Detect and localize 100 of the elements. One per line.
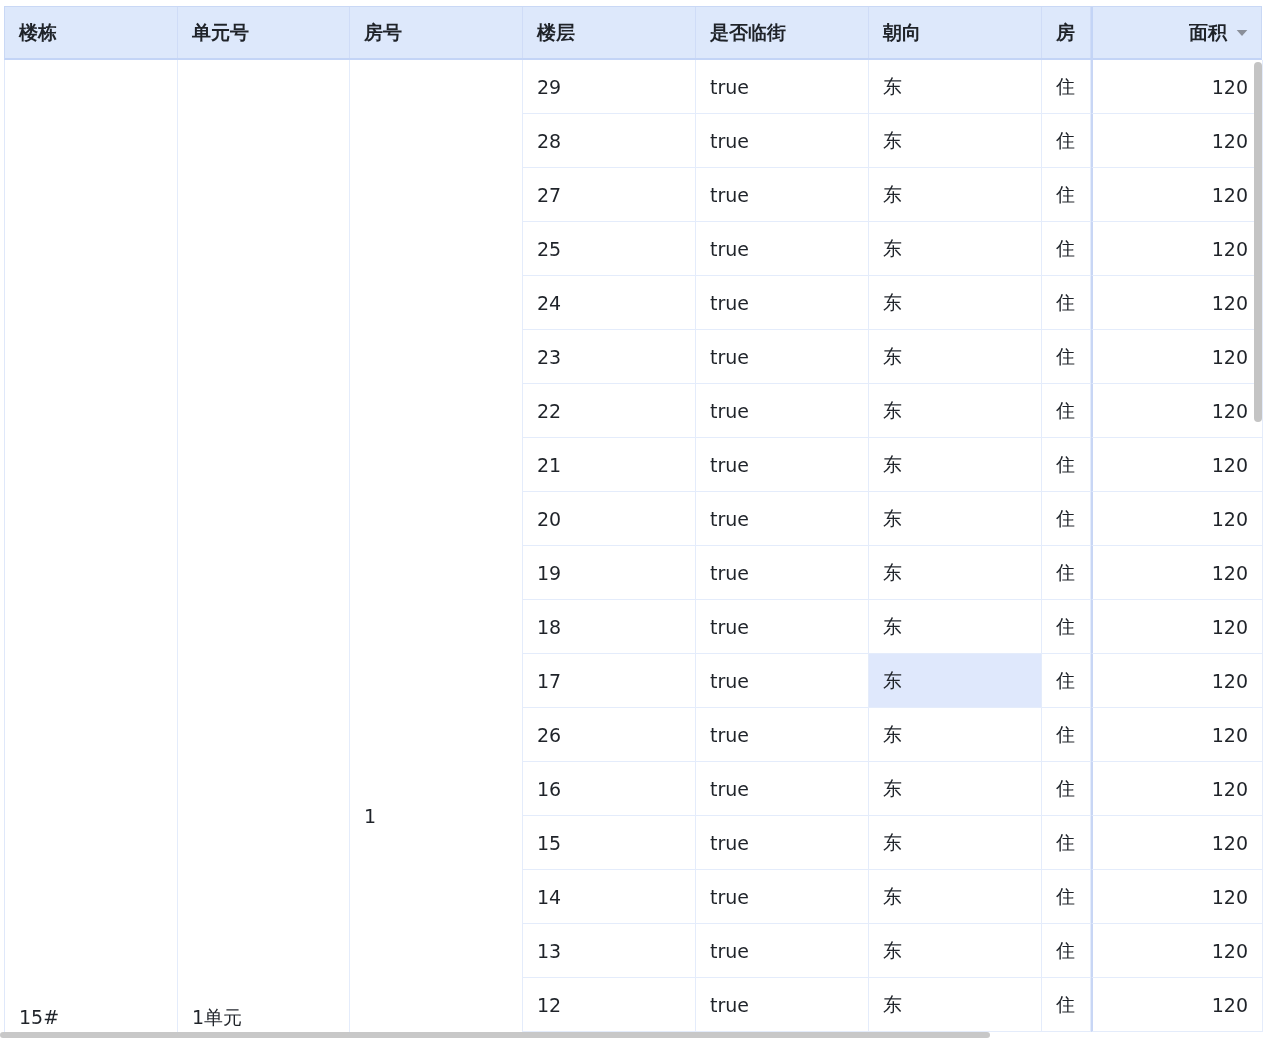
table-cell: true xyxy=(696,654,869,708)
table-cell: 住 xyxy=(1042,330,1091,384)
table-cell: true xyxy=(696,978,869,1032)
table-cell: true xyxy=(696,816,869,870)
table-cell: 14 xyxy=(523,870,696,924)
table-cell: 住 xyxy=(1042,114,1091,168)
table-cell: 120 xyxy=(1091,276,1263,330)
table-cell: 120 xyxy=(1091,330,1263,384)
horizontal-scrollbar[interactable] xyxy=(0,1032,990,1038)
table-cell: 东 xyxy=(869,438,1042,492)
table-cell: 24 xyxy=(523,276,696,330)
table-cell: 120 xyxy=(1091,762,1263,816)
table-cell: 住 xyxy=(1042,816,1091,870)
table-cell: 东 xyxy=(869,924,1042,978)
table-cell: 住 xyxy=(1042,384,1091,438)
table-cell: 120 xyxy=(1091,114,1263,168)
table-cell: 26 xyxy=(523,708,696,762)
table-cell: 住 xyxy=(1042,978,1091,1032)
table-cell: 住 xyxy=(1042,168,1091,222)
table-cell: 住 xyxy=(1042,546,1091,600)
table-cell: 120 xyxy=(1091,600,1263,654)
table-cell: 住 xyxy=(1042,438,1091,492)
table-cell: 住 xyxy=(1042,276,1091,330)
table-cell: true xyxy=(696,330,869,384)
table-cell: 住 xyxy=(1042,708,1091,762)
table-cell: 东 xyxy=(869,870,1042,924)
table-cell: 23 xyxy=(523,330,696,384)
table-cell: true xyxy=(696,924,869,978)
table-cell: 29 xyxy=(523,60,696,114)
table-cell: 120 xyxy=(1091,816,1263,870)
table-cell: 东 xyxy=(869,168,1042,222)
table-cell: 东 xyxy=(869,60,1042,114)
sort-caret-icon[interactable] xyxy=(1235,28,1249,37)
table-cell: 12 xyxy=(523,978,696,1032)
table-cell: 15 xyxy=(523,816,696,870)
column-header[interactable]: 房号 xyxy=(350,7,523,58)
table-cell: 17 xyxy=(523,654,696,708)
table-cell: 25 xyxy=(523,222,696,276)
table-cell: true xyxy=(696,276,869,330)
table-cell: 120 xyxy=(1091,60,1263,114)
table-cell: 东 xyxy=(869,222,1042,276)
column-header[interactable]: 朝向 xyxy=(869,7,1042,58)
table-cell: 120 xyxy=(1091,168,1263,222)
table-cell: 东 xyxy=(869,330,1042,384)
table-cell: true xyxy=(696,168,869,222)
table-cell: 120 xyxy=(1091,384,1263,438)
vertical-scrollbar[interactable] xyxy=(1254,62,1262,422)
table-cell: 13 xyxy=(523,924,696,978)
table-cell: true xyxy=(696,222,869,276)
table-cell: 东 xyxy=(869,654,1042,708)
column-header[interactable]: 楼层 xyxy=(523,7,696,58)
table-cell: 东 xyxy=(869,600,1042,654)
table-cell: 120 xyxy=(1091,654,1263,708)
table-cell: 22 xyxy=(523,384,696,438)
table-cell: 21 xyxy=(523,438,696,492)
column-header[interactable]: 房 xyxy=(1042,7,1091,58)
table-cell: 120 xyxy=(1091,708,1263,762)
table-cell: 住 xyxy=(1042,600,1091,654)
table-cell: 住 xyxy=(1042,924,1091,978)
table-cell: 东 xyxy=(869,276,1042,330)
column-header[interactable]: 单元号 xyxy=(178,7,350,58)
table-cell: 120 xyxy=(1091,438,1263,492)
table-cell: 东 xyxy=(869,816,1042,870)
table-cell: true xyxy=(696,762,869,816)
table-cell: true xyxy=(696,492,869,546)
table-cell: 住 xyxy=(1042,222,1091,276)
table-cell: true xyxy=(696,60,869,114)
table-cell: 120 xyxy=(1091,222,1263,276)
table-cell: 19 xyxy=(523,546,696,600)
table-cell: true xyxy=(696,384,869,438)
table-cell: 住 xyxy=(1042,870,1091,924)
table-cell: 18 xyxy=(523,600,696,654)
table-cell: true xyxy=(696,114,869,168)
table-cell: 东 xyxy=(869,978,1042,1032)
column-header[interactable]: 是否临街 xyxy=(696,7,869,58)
table-cell: 120 xyxy=(1091,870,1263,924)
table-cell: 东 xyxy=(869,492,1042,546)
table-cell: 20 xyxy=(523,492,696,546)
table-cell: 东 xyxy=(869,114,1042,168)
table-cell: 东 xyxy=(869,384,1042,438)
table-cell: true xyxy=(696,600,869,654)
table-cell: 东 xyxy=(869,708,1042,762)
table-cell: 120 xyxy=(1091,492,1263,546)
table-cell: 东 xyxy=(869,762,1042,816)
table-cell: true xyxy=(696,708,869,762)
table-cell: 28 xyxy=(523,114,696,168)
table-cell: 住 xyxy=(1042,492,1091,546)
column-header[interactable]: 楼栋 xyxy=(5,7,178,58)
table-cell: 16 xyxy=(523,762,696,816)
table-cell: 27 xyxy=(523,168,696,222)
table-cell: true xyxy=(696,438,869,492)
table-cell: 120 xyxy=(1091,546,1263,600)
table-cell: 东 xyxy=(869,546,1042,600)
table-cell: 住 xyxy=(1042,762,1091,816)
table-cell: 120 xyxy=(1091,978,1263,1032)
table-cell: 120 xyxy=(1091,924,1263,978)
table-cell: true xyxy=(696,546,869,600)
column-header[interactable]: 面积 xyxy=(1091,7,1263,58)
table-cell: true xyxy=(696,870,869,924)
table-cell: 住 xyxy=(1042,654,1091,708)
